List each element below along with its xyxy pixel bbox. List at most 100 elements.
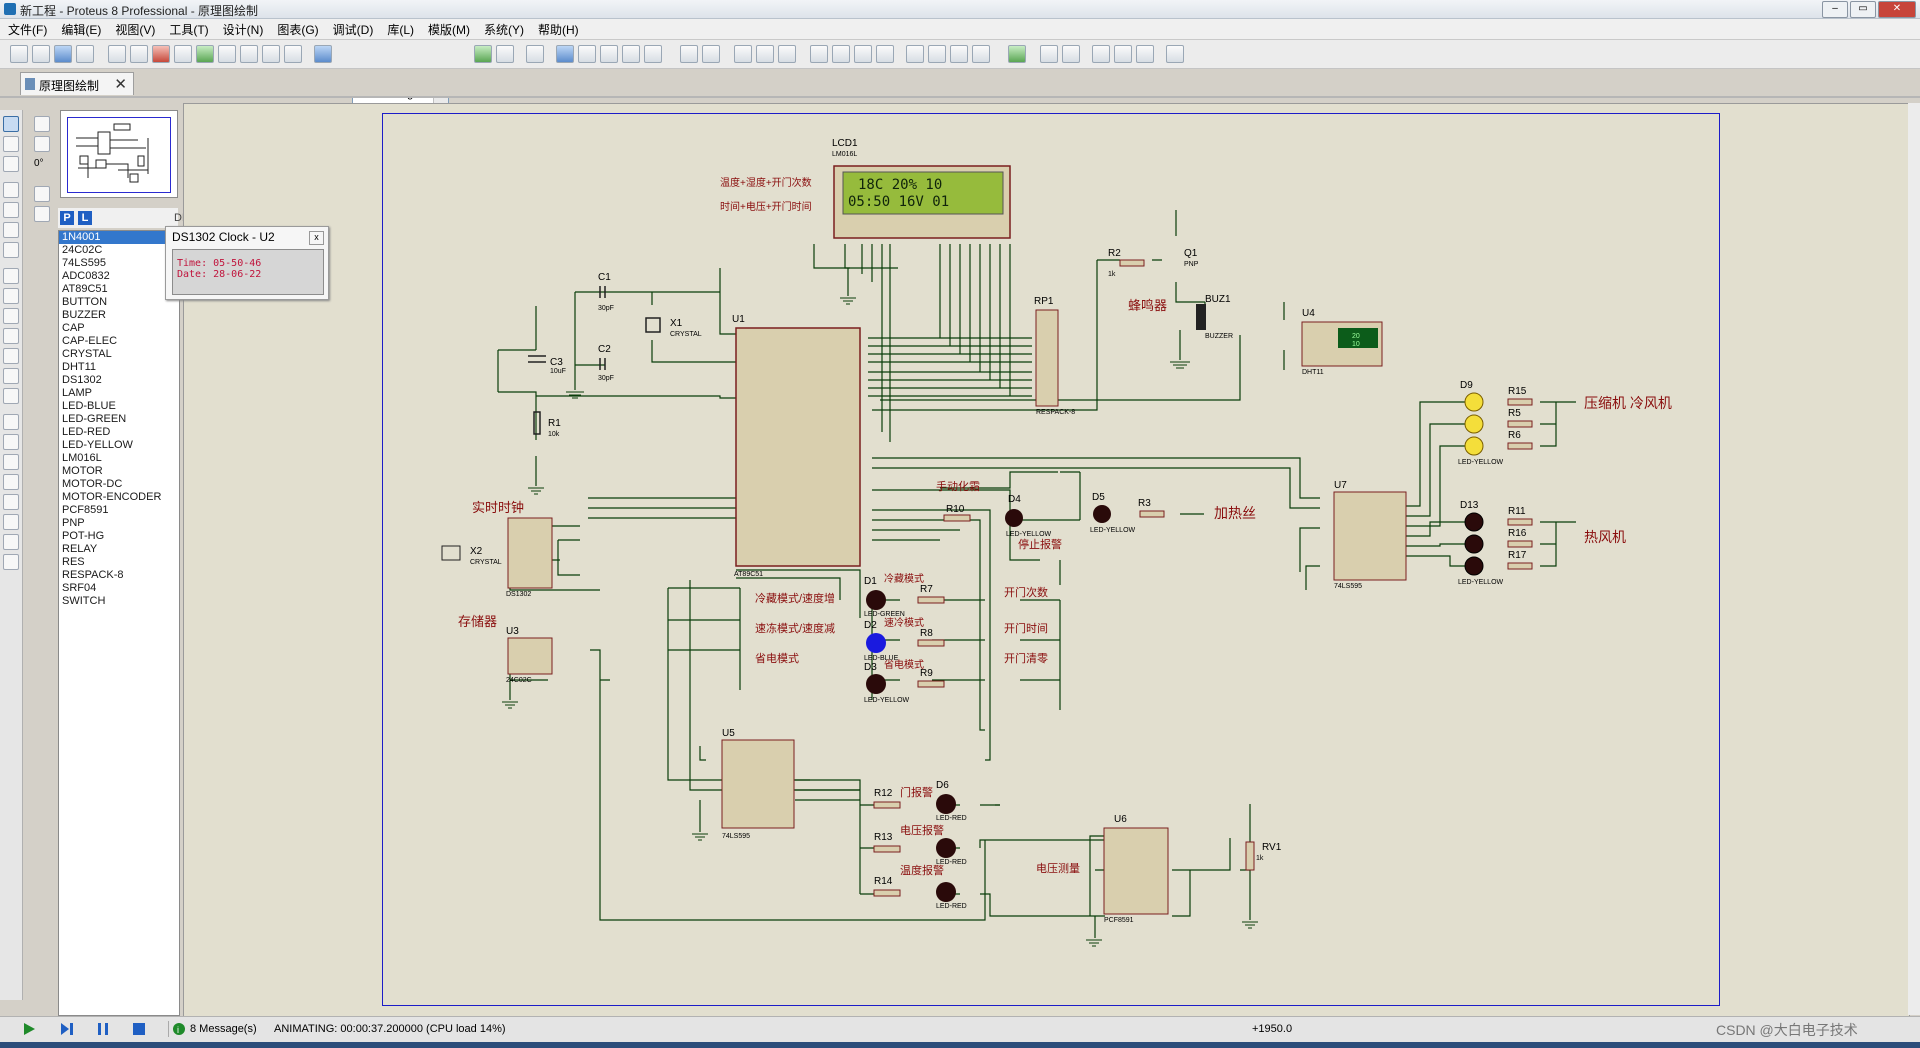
lcd-line-1: 18C 20% 10 (858, 177, 942, 193)
r13-ref: R13 (874, 832, 893, 843)
step-icon[interactable] (60, 1022, 74, 1036)
d4-ref: D4 (1008, 494, 1021, 505)
mode-label-freeze: 速冻模式/速度减 (755, 621, 835, 635)
u1-ref: U1 (732, 314, 745, 325)
c2-ref: C2 (598, 344, 611, 355)
mode-label-eco: 省电模式 (755, 652, 799, 665)
d1-label: 冷藏模式 (884, 572, 924, 585)
schematic-drawing[interactable]: 18C 20% 10 05:50 16V 01 LCD1 LM016L 温度+湿… (0, 0, 1920, 1048)
popup-title: DS1302 Clock - U2 (172, 230, 275, 244)
play-icon[interactable] (22, 1022, 36, 1036)
r2-ref: R2 (1108, 248, 1121, 259)
rp1-respack[interactable]: RP1 RESPACK-8 (1034, 296, 1075, 416)
d6-ref: D6 (936, 780, 949, 791)
d1-ref: D1 (864, 576, 877, 587)
d2-ref: D2 (864, 620, 877, 631)
compressor-leds (1464, 392, 1533, 456)
rp1-part: RESPACK-8 (1036, 409, 1075, 416)
u3-24c02[interactable]: U3 24C02C (506, 626, 553, 684)
q1-part: PNP (1184, 261, 1199, 268)
d2-label: 速冷模式 (884, 616, 924, 629)
u6-pcf8591[interactable]: U6 PCF8591 (1103, 814, 1169, 924)
x1-part: CRYSTAL (670, 331, 702, 338)
lcd-note-1: 温度+湿度+开门次数 (720, 176, 812, 189)
u7-ref: U7 (1334, 480, 1347, 491)
x2-part: CRYSTAL (470, 559, 502, 566)
r7-ref: R7 (920, 584, 933, 595)
c3-ref: C3 (550, 357, 563, 368)
dht-reading-2: 10 (1352, 341, 1360, 348)
os-taskbar (0, 1042, 1920, 1048)
d5-ref: D5 (1092, 492, 1105, 503)
door-time-label: 开门时间 (1004, 621, 1048, 635)
popup-clock-display: Time: 05-50-46 Date: 28-06-22 (172, 249, 324, 295)
r3-ref: R3 (1138, 498, 1151, 509)
r15-ref: R15 (1508, 386, 1527, 397)
lcd-ref: LCD1 (832, 138, 858, 149)
r2-resistor (1119, 259, 1145, 267)
u2-ds1302[interactable]: DS1302 (441, 517, 553, 598)
d3-part: LED-YELLOW (864, 697, 910, 704)
u5-74ls595[interactable]: U5 74LS595 (721, 728, 795, 840)
heater-label: 加热丝 (1214, 505, 1256, 521)
lcd-module[interactable]: 18C 20% 10 05:50 16V 01 LCD1 LM016L (832, 138, 1011, 239)
manual-defrost-label: 手动化霜 (936, 479, 980, 493)
d7-part: LED-RED (936, 859, 967, 866)
r11-ref: R11 (1508, 506, 1526, 517)
c3-val: 10uF (550, 368, 566, 375)
d3-label: 省电模式 (884, 658, 924, 671)
mode-label-cold: 冷藏模式/速度增 (755, 591, 835, 605)
r14-ref: R14 (874, 876, 893, 887)
r9-ref: R9 (920, 668, 933, 679)
animation-status: ANIMATING: 00:00:37.200000 (CPU load 14%… (274, 1023, 506, 1035)
r6-ref: R6 (1508, 430, 1521, 441)
r10-ref: R10 (946, 504, 965, 515)
heater-section (943, 505, 1165, 527)
lcd-line-2: 05:50 16V 01 (848, 194, 949, 210)
popup-date: Date: 28-06-22 (177, 269, 262, 280)
rv1-potentiometer[interactable] (1245, 841, 1255, 871)
c1-val: 30pF (598, 305, 614, 312)
u7-part: 74LS595 (1334, 583, 1362, 590)
popup-close-button[interactable]: x (309, 231, 324, 245)
pause-icon[interactable] (96, 1022, 110, 1036)
crystal-caps (528, 286, 661, 435)
cursor-coordinate: +1950.0 (1252, 1023, 1293, 1035)
lcd-part: LM016L (832, 151, 857, 158)
buzzer-label: 蜂鸣器 (1128, 298, 1167, 313)
rp1-ref: RP1 (1034, 296, 1054, 307)
stop-alarm-label: 停止报警 (1018, 537, 1062, 551)
u4-part: DHT11 (1302, 369, 1324, 376)
r12-ref: R12 (874, 788, 893, 799)
dht-reading-1: 20 (1352, 333, 1360, 340)
buz1-part: BUZZER (1205, 333, 1233, 340)
voltage-alarm-label: 电压报警 (900, 823, 944, 837)
csdn-watermark: CSDN @大白电子技术 (1716, 1022, 1858, 1038)
c1-ref: C1 (598, 272, 611, 283)
r1-val: 10k (548, 431, 560, 438)
u5-part: 74LS595 (722, 833, 750, 840)
d3-ref: D3 (864, 662, 877, 673)
buz1-ref: BUZ1 (1205, 294, 1231, 305)
r2-val: 1k (1108, 271, 1116, 278)
r8-ref: R8 (920, 628, 933, 639)
u1-at89c51[interactable]: U1 AT89C51 (732, 314, 861, 578)
popup-time: Time: 05-50-46 (177, 258, 262, 269)
u5-ref: U5 (722, 728, 735, 739)
door-count-label: 开门次数 (1004, 585, 1048, 599)
memory-label: 存储器 (458, 614, 497, 629)
status-bar: i 8 Message(s) ANIMATING: 00:00:37.20000… (0, 1016, 1920, 1043)
messages-count[interactable]: 8 Message(s) (190, 1023, 257, 1035)
vertical-scrollbar[interactable] (1908, 103, 1920, 1015)
u4-dht11[interactable]: 20 10 U4 DHT11 (1301, 308, 1383, 376)
voltage-measure-label: 电压测量 (1036, 862, 1080, 875)
d4-part: LED-YELLOW (1006, 531, 1052, 538)
u2-part: DS1302 (506, 591, 531, 598)
d9-ref: D9 (1460, 380, 1473, 391)
u7-74ls595[interactable]: U7 74LS595 (1333, 480, 1407, 590)
d13-ref: D13 (1460, 500, 1479, 511)
d1-part: LED-GREEN (864, 611, 905, 618)
stop-icon[interactable] (132, 1022, 146, 1036)
ds1302-clock-popup[interactable]: DS1302 Clock - U2 x Time: 05-50-46 Date:… (165, 226, 329, 300)
q1-ref: Q1 (1184, 248, 1198, 259)
